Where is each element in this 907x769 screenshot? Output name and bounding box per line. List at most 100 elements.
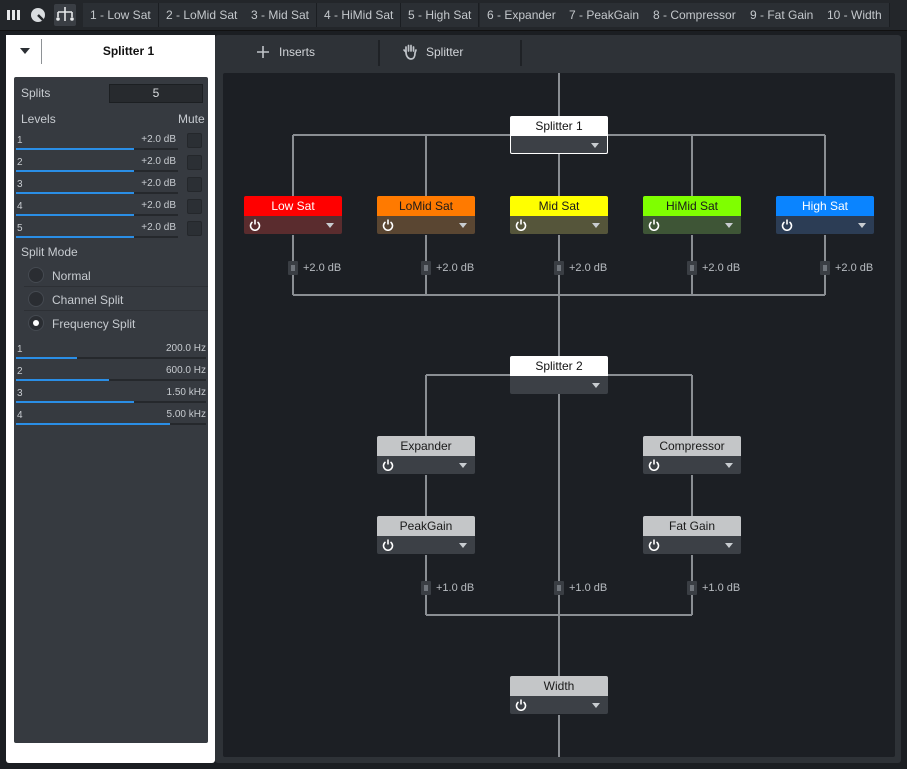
plugin-tab-5[interactable]: 5 - High Sat — [401, 3, 480, 27]
plus-icon — [256, 45, 270, 59]
fatgain-node[interactable]: Fat Gain — [643, 516, 741, 554]
gain-knob[interactable] — [421, 261, 431, 275]
level-value: +2.0 dB — [141, 156, 176, 167]
gain-knob[interactable] — [687, 581, 697, 595]
node-title: Compressor — [643, 436, 741, 456]
gain-knob[interactable] — [288, 261, 298, 275]
freq-slider-1[interactable]: 1 200.0 Hz — [16, 340, 206, 362]
plugin-tab-1[interactable]: 1 - Low Sat — [83, 3, 159, 27]
collapse-icon[interactable] — [20, 48, 30, 54]
radio-button-selected[interactable] — [28, 315, 44, 331]
node-menu[interactable] — [510, 216, 608, 234]
routing-toolbar: Inserts Splitter — [215, 35, 901, 70]
gain-knob[interactable] — [554, 261, 564, 275]
freq-slider-2[interactable]: 2 600.0 Hz — [16, 362, 206, 384]
mode-option-frequency-split[interactable]: Frequency Split — [14, 311, 208, 335]
level-track — [16, 192, 178, 194]
freq-value: 600.0 Hz — [165, 365, 206, 376]
power-icon[interactable] — [648, 218, 660, 231]
freq-slider-4[interactable]: 4 5.00 kHz — [16, 406, 206, 428]
peakgain-node[interactable]: PeakGain — [377, 516, 475, 554]
expander-node[interactable]: Expander — [377, 436, 475, 474]
power-icon[interactable] — [382, 538, 394, 551]
node-menu[interactable] — [244, 216, 342, 234]
chevron-down-icon — [725, 223, 733, 228]
splitter-button[interactable]: Splitter — [380, 35, 520, 68]
band-node-mid-sat[interactable]: Mid Sat — [510, 196, 608, 234]
mode-option-normal[interactable]: Normal — [14, 263, 208, 287]
power-icon[interactable] — [781, 218, 793, 231]
power-icon[interactable] — [515, 698, 527, 711]
mode-label: Normal — [52, 269, 91, 283]
mute-checkbox-5[interactable] — [187, 221, 202, 236]
mode-option-channel-split[interactable]: Channel Split — [14, 287, 208, 311]
freq-number: 1 — [17, 344, 23, 355]
freq-slider-3[interactable]: 3 1.50 kHz — [16, 384, 206, 406]
chevron-down-icon — [858, 223, 866, 228]
radio-button[interactable] — [28, 291, 44, 307]
plugin-tab-6[interactable]: 6 - Expander — [480, 3, 564, 27]
node-menu[interactable] — [377, 216, 475, 234]
routing-canvas: Splitter 1 Low Sat LoMid Sat Mid Sat HiM… — [223, 73, 895, 757]
node-title: Low Sat — [244, 196, 342, 216]
freq-track — [16, 423, 206, 425]
plugin-tab-7[interactable]: 7 - PeakGain — [562, 3, 648, 27]
band-node-lomid-sat[interactable]: LoMid Sat — [377, 196, 475, 234]
level-fill — [16, 148, 135, 150]
radio-button[interactable] — [28, 267, 44, 283]
node-menu[interactable] — [510, 136, 608, 154]
node-menu[interactable] — [776, 216, 874, 234]
power-icon[interactable] — [648, 538, 660, 551]
level-slider-3[interactable]: 3 +2.0 dB — [16, 175, 178, 197]
freq-value: 1.50 kHz — [166, 387, 206, 398]
mute-checkbox-1[interactable] — [187, 133, 202, 148]
splits-input[interactable]: 5 — [109, 84, 203, 103]
width-node[interactable]: Width — [510, 676, 608, 714]
band-node-high-sat[interactable]: High Sat — [776, 196, 874, 234]
level-slider-4[interactable]: 4 +2.0 dB — [16, 197, 178, 219]
plugin-tab-3[interactable]: 3 - Mid Sat — [244, 3, 318, 27]
plugin-tab-10[interactable]: 10 - Width — [820, 3, 890, 27]
node-menu[interactable] — [377, 456, 475, 474]
node-menu[interactable] — [643, 536, 741, 554]
gain-knob[interactable] — [554, 581, 564, 595]
node-menu[interactable] — [510, 376, 608, 394]
gain-value: +2.0 dB — [569, 262, 608, 274]
inserts-button[interactable]: Inserts — [215, 35, 378, 68]
mute-checkbox-2[interactable] — [187, 155, 202, 170]
freq-fill — [16, 357, 77, 359]
splitter-1-node[interactable]: Splitter 1 — [510, 116, 608, 154]
power-icon[interactable] — [382, 458, 394, 471]
level-slider-1[interactable]: 1 +2.0 dB — [16, 131, 178, 153]
plugin-tab-4[interactable]: 4 - HiMid Sat — [317, 3, 402, 27]
level-slider-5[interactable]: 5 +2.0 dB — [16, 219, 178, 241]
compressor-node[interactable]: Compressor — [643, 436, 741, 474]
node-menu[interactable] — [643, 216, 741, 234]
chevron-down-icon — [592, 383, 600, 388]
gain-knob[interactable] — [820, 261, 830, 275]
freq-value: 5.00 kHz — [166, 409, 206, 420]
mute-checkbox-4[interactable] — [187, 199, 202, 214]
gain-knob[interactable] — [687, 261, 697, 275]
macro-knob-icon[interactable] — [29, 6, 47, 24]
splitter-2-node[interactable]: Splitter 2 — [510, 356, 608, 394]
columns-view-icon[interactable] — [5, 6, 23, 24]
routing-view-icon[interactable] — [54, 4, 76, 26]
plugin-tab-2[interactable]: 2 - LoMid Sat — [159, 3, 246, 27]
power-icon[interactable] — [648, 458, 660, 471]
gain-knob[interactable] — [421, 581, 431, 595]
power-icon[interactable] — [382, 218, 394, 231]
plugin-tab-9[interactable]: 9 - Fat Gain — [743, 3, 822, 27]
band-node-low-sat[interactable]: Low Sat — [244, 196, 342, 234]
node-menu[interactable] — [377, 536, 475, 554]
node-menu[interactable] — [510, 696, 608, 714]
freq-fill — [16, 401, 134, 403]
plugin-tab-8[interactable]: 8 - Compressor — [646, 3, 744, 27]
power-icon[interactable] — [515, 218, 527, 231]
power-icon[interactable] — [249, 218, 261, 231]
node-title: Splitter 2 — [510, 356, 608, 376]
node-menu[interactable] — [643, 456, 741, 474]
level-slider-2[interactable]: 2 +2.0 dB — [16, 153, 178, 175]
band-node-himid-sat[interactable]: HiMid Sat — [643, 196, 741, 234]
mute-checkbox-3[interactable] — [187, 177, 202, 192]
